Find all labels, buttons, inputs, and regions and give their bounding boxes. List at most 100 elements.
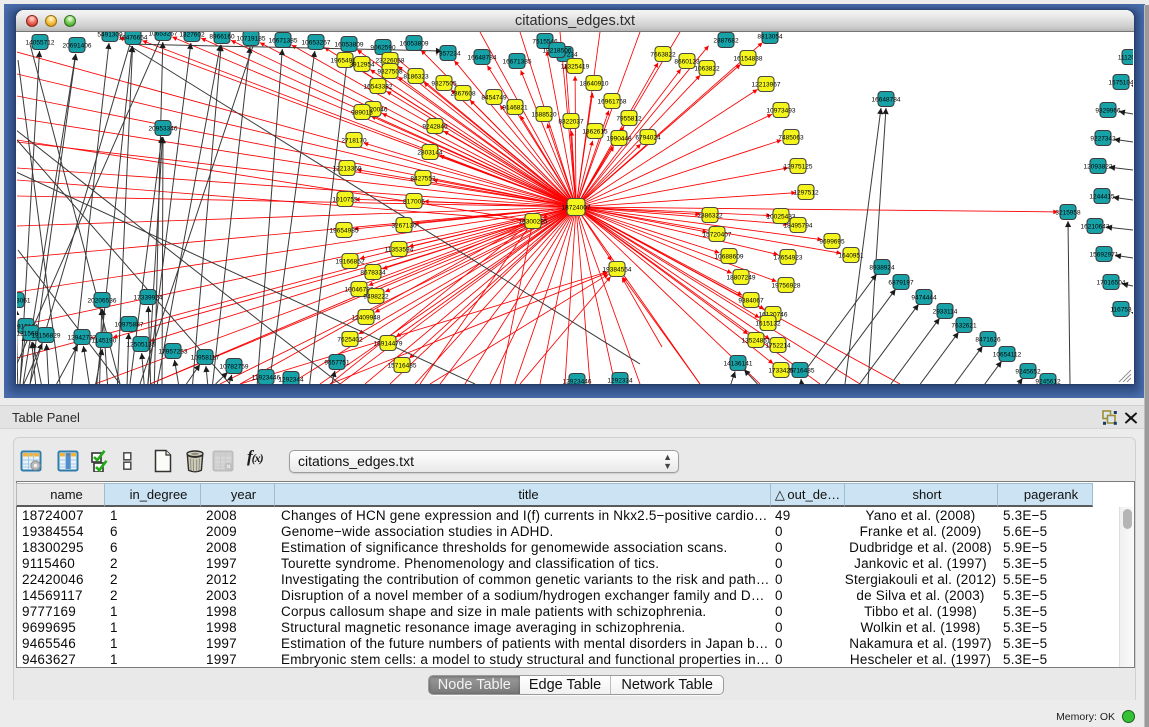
svg-text:2803144: 2803144 — [417, 150, 443, 157]
svg-text:1575104: 1575104 — [1108, 80, 1133, 87]
svg-text:10973493: 10973493 — [767, 108, 796, 115]
svg-text:20691406: 20691406 — [63, 43, 92, 50]
svg-text:1112070: 1112070 — [1118, 55, 1133, 62]
svg-text:7485063: 7485063 — [778, 135, 804, 142]
svg-text:16671385: 16671385 — [269, 38, 298, 45]
svg-text:19654985: 19654985 — [330, 228, 359, 235]
svg-text:17654923: 17654923 — [774, 255, 803, 262]
svg-text:2718170: 2718170 — [341, 138, 367, 145]
svg-text:9227342: 9227342 — [1090, 136, 1116, 143]
svg-text:7625402: 7625402 — [337, 337, 363, 344]
svg-text:12213967: 12213967 — [752, 82, 781, 89]
svg-text:9245652: 9245652 — [1015, 369, 1041, 376]
svg-text:17016504: 17016504 — [1097, 280, 1126, 287]
svg-text:1292344: 1292344 — [278, 377, 304, 384]
svg-text:16476654: 16476654 — [119, 35, 148, 42]
svg-text:16053809: 16053809 — [335, 42, 364, 49]
svg-text:8322037: 8322037 — [558, 119, 584, 126]
svg-text:18300295: 18300295 — [519, 219, 548, 226]
svg-text:116753: 116753 — [1110, 307, 1132, 314]
svg-text:1010755: 1010755 — [332, 197, 358, 204]
svg-text:9327505: 9327505 — [431, 81, 457, 88]
svg-text:18807249: 18807249 — [727, 275, 756, 282]
svg-text:9245612: 9245612 — [1035, 379, 1061, 385]
svg-text:20953346: 20953346 — [149, 126, 178, 133]
svg-text:7955812: 7955812 — [616, 116, 642, 123]
svg-text:19756928: 19756928 — [772, 283, 801, 290]
svg-text:989013: 989013 — [351, 110, 373, 117]
svg-text:1297512: 1297512 — [793, 190, 819, 197]
svg-text:9062590: 9062590 — [370, 45, 396, 52]
svg-text:15720407: 15720407 — [703, 232, 732, 239]
svg-text:19166852: 19166852 — [336, 259, 365, 266]
svg-text:16053809: 16053809 — [400, 41, 429, 48]
svg-text:18724007: 18724007 — [562, 205, 591, 212]
svg-text:15716485: 15716485 — [388, 363, 417, 370]
svg-text:12923446: 12923446 — [563, 379, 592, 385]
svg-text:8813054: 8813054 — [757, 34, 783, 41]
svg-text:2933114: 2933114 — [933, 309, 958, 316]
svg-text:11923446: 11923446 — [252, 375, 281, 382]
svg-text:2367608: 2367608 — [450, 91, 476, 98]
svg-text:19218506: 19218506 — [543, 48, 572, 55]
svg-text:19384554: 19384554 — [603, 267, 632, 274]
svg-text:2887682: 2887682 — [713, 38, 739, 45]
svg-text:17957253: 17957253 — [159, 349, 188, 356]
svg-text:16648784: 16648784 — [468, 55, 497, 62]
svg-text:8454749: 8454749 — [481, 95, 507, 102]
svg-text:16210643: 16210643 — [1081, 224, 1110, 231]
svg-text:10653267: 10653267 — [149, 32, 178, 38]
svg-text:11353594: 11353594 — [385, 247, 414, 254]
svg-text:9699695: 9699695 — [819, 239, 845, 246]
svg-text:10782759: 10782759 — [220, 364, 249, 371]
svg-text:14055712: 14055712 — [26, 40, 55, 47]
svg-text:3215958: 3215958 — [1055, 210, 1081, 217]
svg-text:8938924: 8938924 — [869, 265, 895, 272]
svg-text:12505135: 12505135 — [127, 342, 156, 349]
svg-text:16648784: 16648784 — [872, 97, 901, 104]
svg-text:10958117: 10958117 — [191, 355, 220, 362]
svg-text:18495794: 18495794 — [784, 223, 813, 230]
svg-text:10688609: 10688609 — [715, 254, 744, 261]
svg-text:8678334: 8678334 — [360, 270, 386, 277]
svg-text:6794024: 6794024 — [635, 135, 661, 142]
svg-text:1362615: 1362615 — [582, 129, 608, 136]
svg-text:7357234: 7357234 — [435, 51, 461, 58]
svg-text:1145190: 1145190 — [92, 338, 117, 345]
svg-text:3267130: 3267130 — [391, 223, 417, 230]
svg-text:1327602: 1327602 — [179, 32, 205, 39]
svg-text:9474444: 9474444 — [911, 295, 937, 302]
svg-text:1615132: 1615132 — [755, 321, 781, 328]
svg-text:1733426: 1733426 — [768, 368, 794, 375]
svg-text:10719185: 10719185 — [237, 36, 266, 43]
svg-text:10654112: 10654112 — [993, 352, 1022, 359]
svg-text:20206536: 20206536 — [88, 298, 117, 305]
svg-text:8966160: 8966160 — [209, 34, 235, 41]
svg-text:8186323: 8186323 — [403, 74, 429, 81]
svg-text:817006: 817006 — [403, 199, 425, 206]
svg-text:16154838: 16154838 — [734, 56, 763, 63]
svg-text:1752214: 1752214 — [765, 343, 791, 350]
svg-text:17339924: 17339924 — [134, 295, 163, 302]
svg-text:9329966: 9329966 — [1095, 108, 1121, 115]
svg-text:7632621: 7632621 — [951, 323, 977, 330]
svg-text:16543382: 16543382 — [364, 84, 393, 91]
svg-text:6879197: 6879197 — [888, 280, 914, 287]
svg-text:17853061: 17853061 — [17, 298, 31, 305]
svg-text:9146821: 9146821 — [502, 105, 528, 112]
svg-text:15692971: 15692971 — [1090, 252, 1119, 259]
svg-text:11325419: 11325419 — [561, 64, 590, 71]
svg-text:8471626: 8471626 — [975, 337, 1001, 344]
svg-text:16914479: 16914479 — [374, 341, 403, 348]
svg-text:9242845: 9242845 — [422, 124, 448, 131]
svg-text:10653267: 10653267 — [302, 40, 331, 47]
svg-text:1588520: 1588520 — [531, 112, 557, 119]
svg-text:9327508: 9327508 — [377, 69, 403, 76]
svg-text:10975887: 10975887 — [115, 322, 144, 329]
svg-text:1292334: 1292334 — [607, 378, 633, 385]
svg-text:18640910: 18640910 — [580, 81, 609, 88]
svg-text:16671385: 16671385 — [503, 59, 532, 66]
svg-text:9498222: 9498222 — [363, 294, 389, 301]
svg-text:12156829: 12156829 — [32, 333, 61, 340]
svg-text:1640951: 1640951 — [838, 253, 864, 260]
